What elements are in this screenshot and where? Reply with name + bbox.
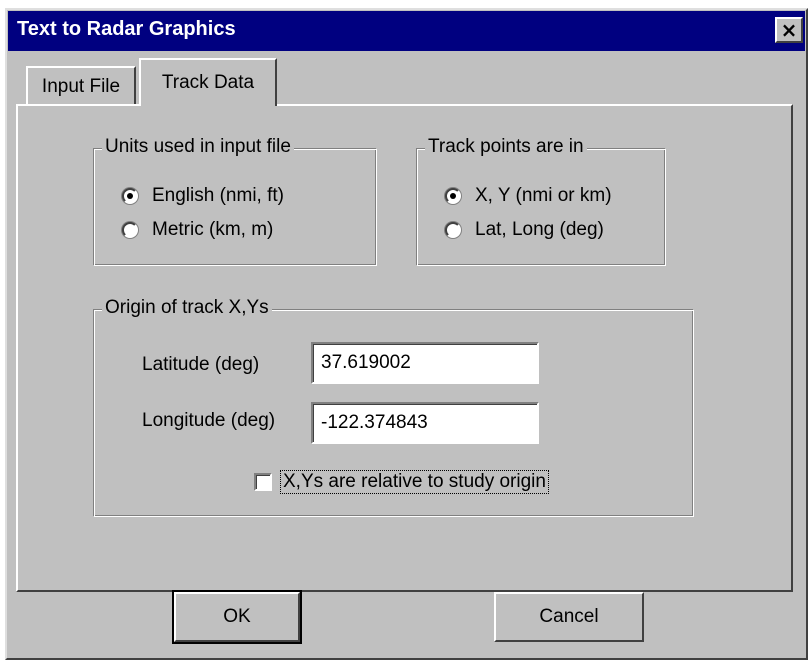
radio-button-metric[interactable] [122,222,138,238]
radio-xy[interactable]: X, Y (nmi or km) [445,185,612,207]
units-group: Units used in input file English (nmi, f… [93,136,377,266]
latitude-field[interactable] [311,342,539,384]
radio-english-label: English (nmi, ft) [152,185,284,206]
radio-metric-label: Metric (km, m) [152,219,274,240]
radio-button-english[interactable] [122,188,138,204]
radio-latlong-label: Lat, Long (deg) [475,219,604,240]
points-group: Track points are in X, Y (nmi or km) Lat… [416,136,666,266]
origin-group-legend: Origin of track X,Ys [102,297,272,319]
tab-input-file[interactable]: Input File [26,66,136,106]
title-bar[interactable]: Text to Radar Graphics × [8,11,805,51]
radio-english[interactable]: English (nmi, ft) [122,185,284,207]
close-icon: × [780,18,798,42]
longitude-field[interactable] [311,402,539,444]
radio-xy-label: X, Y (nmi or km) [475,185,612,206]
tab-join [141,102,275,108]
origin-group: Origin of track X,Ys Latitude (deg) Long… [93,297,694,517]
window-title: Text to Radar Graphics [17,18,236,40]
radio-button-latlong[interactable] [445,222,461,238]
relative-origin-label[interactable]: X,Ys are relative to study origin [280,470,549,494]
radio-button-xy[interactable] [445,188,461,204]
ok-button-label: OK [223,606,251,627]
latitude-label: Latitude (deg) [142,354,260,375]
tab-track-data-label: Track Data [161,72,255,93]
ok-button[interactable]: OK [172,590,302,644]
radio-metric[interactable]: Metric (km, m) [122,219,273,241]
units-group-legend: Units used in input file [102,136,294,158]
longitude-label: Longitude (deg) [142,410,276,431]
close-button[interactable]: × [775,17,803,43]
tab-track-data[interactable]: Track Data [139,58,277,106]
tab-input-file-label: Input File [41,76,121,97]
relative-origin-checkbox[interactable] [254,473,272,491]
points-group-legend: Track points are in [425,136,587,158]
cancel-button-label: Cancel [539,606,599,627]
radio-latlong[interactable]: Lat, Long (deg) [445,219,604,241]
cancel-button[interactable]: Cancel [494,592,644,642]
